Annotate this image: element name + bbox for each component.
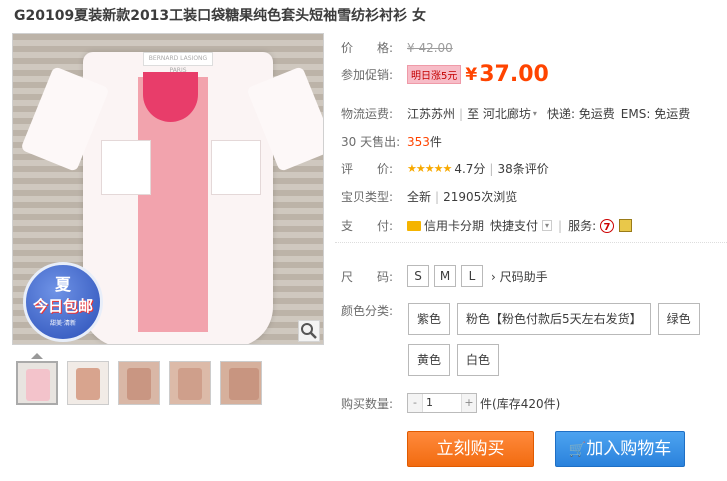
cart-icon: 🛒	[568, 442, 587, 458]
shipping-from: 江苏苏州	[407, 107, 456, 121]
sold-row: 30 天售出: 353 件	[341, 134, 442, 150]
thumbnail-3[interactable]	[118, 361, 160, 405]
payment-row: 支 付: 信用卡分期 快捷支付 ▾ | 服务: 7	[341, 217, 633, 234]
size-help-link[interactable]: › 尺码助手	[491, 268, 548, 285]
color-option-yellow[interactable]: 黄色	[408, 344, 451, 376]
color-options-row1: 紫色 粉色【粉色付款后5天左右发货】 绿色	[408, 303, 707, 335]
thumbnail-strip	[16, 361, 262, 405]
buy-now-button[interactable]: 立刻购买	[407, 431, 534, 467]
promo-row: 参加促销: 明日涨5元 ¥ 37.00	[341, 62, 549, 87]
thumbnail-2[interactable]	[67, 361, 109, 405]
guarantee-icon[interactable]	[619, 219, 633, 232]
stock-count: (库存420件)	[492, 396, 561, 411]
svg-text:7: 7	[604, 222, 611, 233]
collar-label: BERNARD LASIONG PARIS	[143, 52, 213, 74]
price-row: 价 格: ¥ 42.00	[341, 40, 453, 56]
quick-pay[interactable]: 快捷支付	[490, 217, 538, 234]
color-option-pink[interactable]: 粉色【粉色付款后5天左右发货】	[457, 303, 651, 335]
product-title: G20109夏装新款2013工装口袋糖果纯色套头短袖雪纺衫衬衫 女	[14, 8, 427, 24]
view-count: 21905次浏览	[443, 190, 518, 204]
thumbnail-1[interactable]	[16, 361, 58, 405]
ems-fee: EMS: 免运费	[620, 107, 691, 121]
thumbnail-5[interactable]	[220, 361, 262, 405]
thumb-pointer-icon	[31, 353, 43, 359]
credit-installment[interactable]: 信用卡分期	[424, 217, 484, 234]
service-label: 服务:	[568, 219, 597, 233]
shipping-row: 物流运费: 江苏苏州 | 至 河北廊坊 ▾ 快递: 免运费 EMS: 免运费	[341, 105, 691, 122]
size-row: 尺 码: S M L › 尺码助手	[341, 265, 548, 287]
size-option-s[interactable]: S	[407, 265, 429, 287]
color-option-green[interactable]: 绿色	[657, 303, 700, 335]
color-option-purple[interactable]: 紫色	[408, 303, 451, 335]
color-label-row: 颜色分类:	[341, 304, 394, 318]
credit-card-icon	[407, 220, 421, 231]
add-to-cart-button[interactable]: 🛒加入购物车	[555, 431, 685, 467]
thumbnail-4[interactable]	[169, 361, 211, 405]
shirt-illustration: BERNARD LASIONG PARIS	[20, 52, 323, 344]
seven-day-return-icon[interactable]: 7	[600, 218, 615, 233]
promo-tag: 明日涨5元	[407, 65, 462, 84]
shipping-destination[interactable]: 河北廊坊	[483, 105, 531, 122]
chevron-down-icon[interactable]: ▾	[542, 220, 553, 231]
rating-score: 4.7分	[454, 162, 486, 176]
color-options-row2: 黄色 白色	[408, 344, 506, 376]
item-condition: 全新	[407, 190, 432, 204]
quantity-row: 购买数量: - 1 + 件 (库存420件)	[341, 393, 560, 413]
sold-count: 353	[407, 134, 430, 149]
size-option-l[interactable]: L	[461, 265, 483, 287]
currency-symbol: ¥	[465, 64, 478, 85]
qty-minus-button[interactable]: -	[408, 394, 422, 412]
color-option-white[interactable]: 白色	[457, 344, 500, 376]
qty-input[interactable]: 1	[422, 394, 462, 412]
express-fee: 快递: 免运费	[546, 107, 615, 121]
chevron-down-icon[interactable]: ▾	[533, 109, 537, 118]
free-shipping-badge: 夏 今日包邮 甜美·清新	[23, 262, 103, 342]
qty-plus-button[interactable]: +	[462, 394, 476, 412]
zoom-icon[interactable]	[298, 320, 320, 342]
sale-price: 37.00	[479, 62, 549, 87]
rating-stars-icon: ★★★★★	[407, 162, 452, 175]
product-main-image[interactable]: BERNARD LASIONG PARIS 夏 今日包邮 甜美·清新	[12, 33, 324, 345]
type-row: 宝贝类型: 全新 | 21905次浏览	[341, 189, 518, 205]
quantity-stepper: - 1 +	[407, 393, 477, 413]
old-price: ¥ 42.00	[407, 40, 453, 55]
rating-row: 评 价: ★★★★★ 4.7分 | 38条评价	[341, 160, 549, 177]
section-divider	[335, 242, 727, 243]
size-option-m[interactable]: M	[434, 265, 456, 287]
review-count-link[interactable]: 38条评价	[497, 160, 548, 177]
